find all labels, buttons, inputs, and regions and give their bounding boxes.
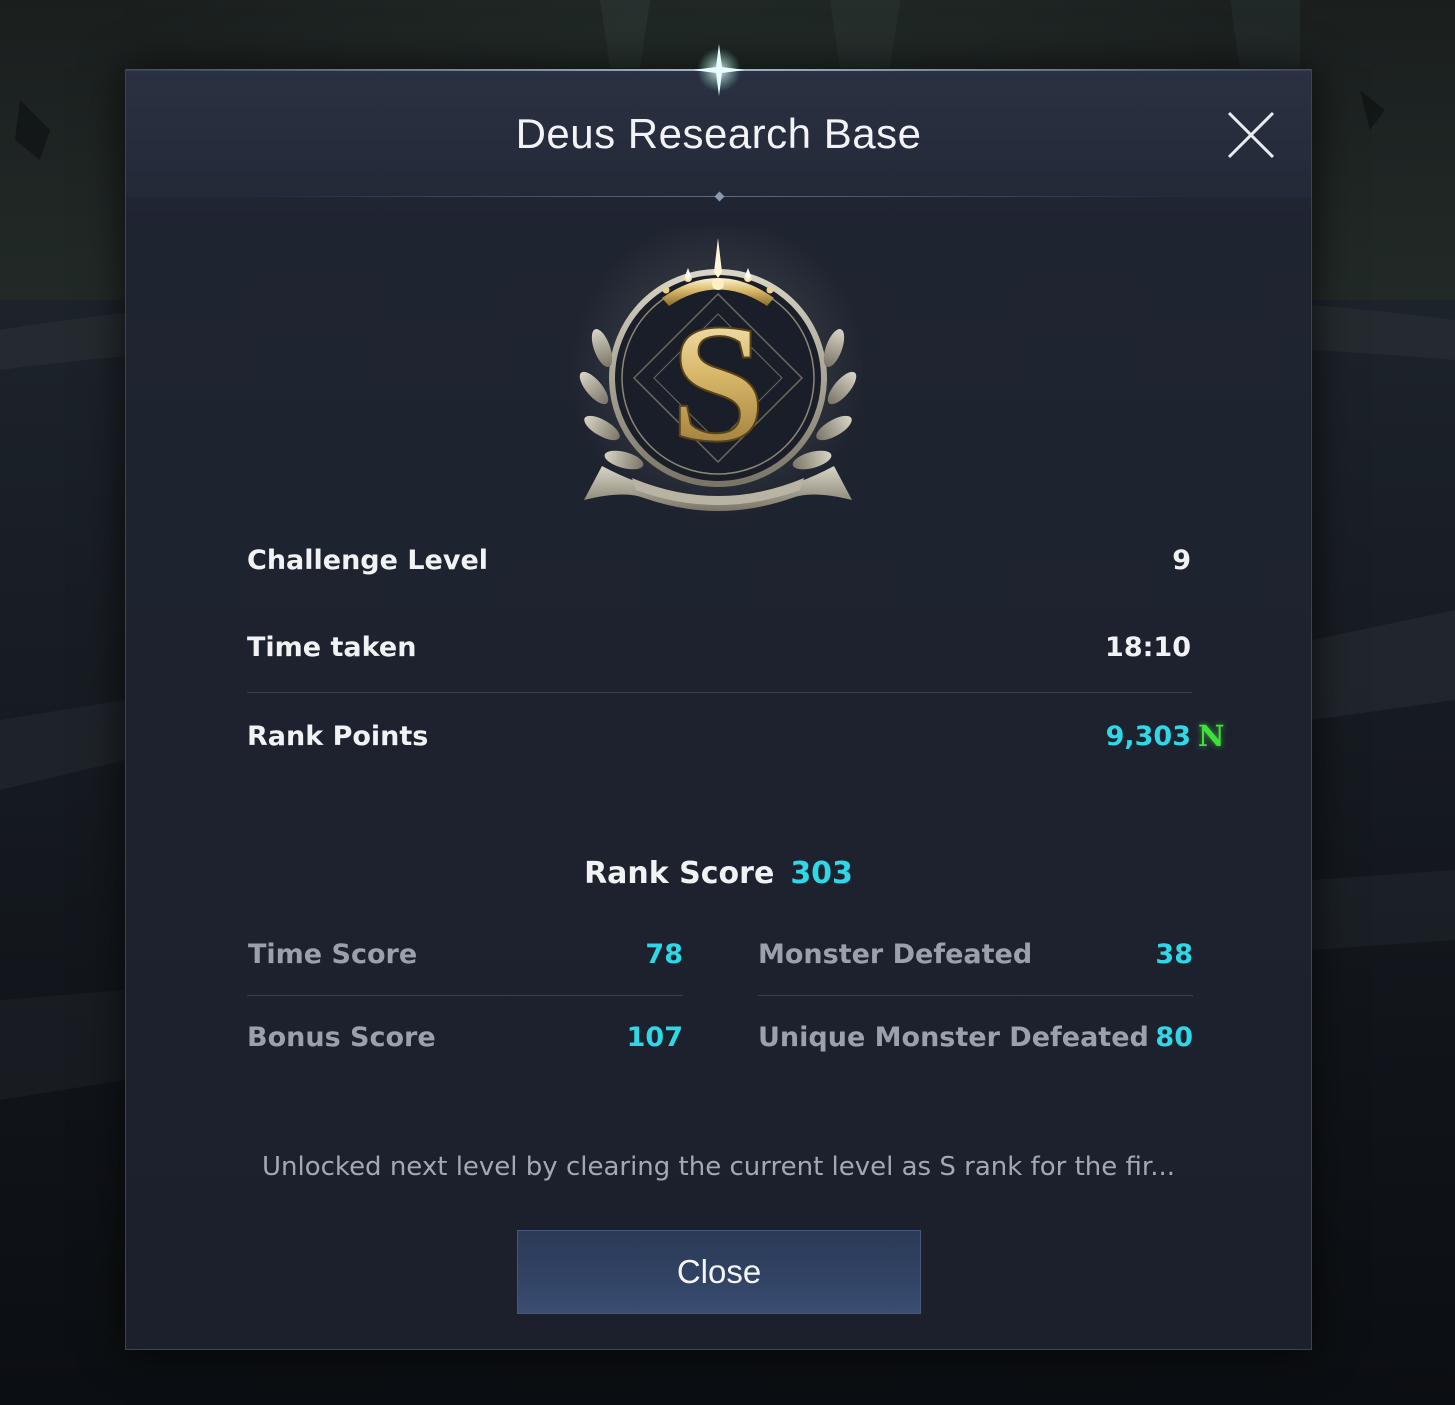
- badge-letter: S: [671, 289, 766, 477]
- breakdown-divider-right: [758, 995, 1193, 996]
- bonus-score-label: Bonus Score: [247, 1022, 436, 1053]
- monster-defeated-value: 38: [1155, 939, 1193, 970]
- dialog-title: Deus Research Base: [515, 110, 922, 157]
- close-icon[interactable]: [1225, 109, 1277, 161]
- result-dialog: Deus Research Base S Challenge Level 9 T…: [125, 44, 1312, 1350]
- time-score-value: 78: [645, 939, 683, 970]
- close-button[interactable]: Close: [517, 1230, 921, 1314]
- unlock-note: Unlocked next level by clearing the curr…: [262, 1152, 1175, 1182]
- monster-defeated-label: Monster Defeated: [758, 939, 1033, 970]
- results-divider: [247, 692, 1192, 693]
- close-button-label: Close: [676, 1253, 762, 1290]
- rank-score: Rank Score 303: [126, 856, 1311, 891]
- unique-monster-defeated-value: 80: [1155, 1022, 1193, 1053]
- challenge-level-value: 9: [1172, 545, 1191, 576]
- challenge-level-label: Challenge Level: [247, 545, 489, 576]
- rank-points-label: Rank Points: [247, 721, 429, 752]
- time-score-label: Time Score: [248, 939, 418, 970]
- time-taken-value: 18:10: [1105, 632, 1191, 663]
- new-badge-icon: N: [1198, 719, 1225, 753]
- rank-score-label: Rank Score: [584, 856, 775, 891]
- time-taken-label: Time taken: [247, 632, 417, 663]
- unique-monster-defeated-label: Unique Monster Defeated: [758, 1022, 1149, 1053]
- rank-points-value: 9,303: [1105, 721, 1191, 752]
- sparkle-icon: [693, 44, 745, 96]
- rank-score-value: 303: [790, 856, 853, 891]
- bonus-score-value: 107: [626, 1022, 683, 1053]
- s-rank-emblem-icon: S: [568, 228, 868, 518]
- breakdown-divider-left: [247, 995, 683, 996]
